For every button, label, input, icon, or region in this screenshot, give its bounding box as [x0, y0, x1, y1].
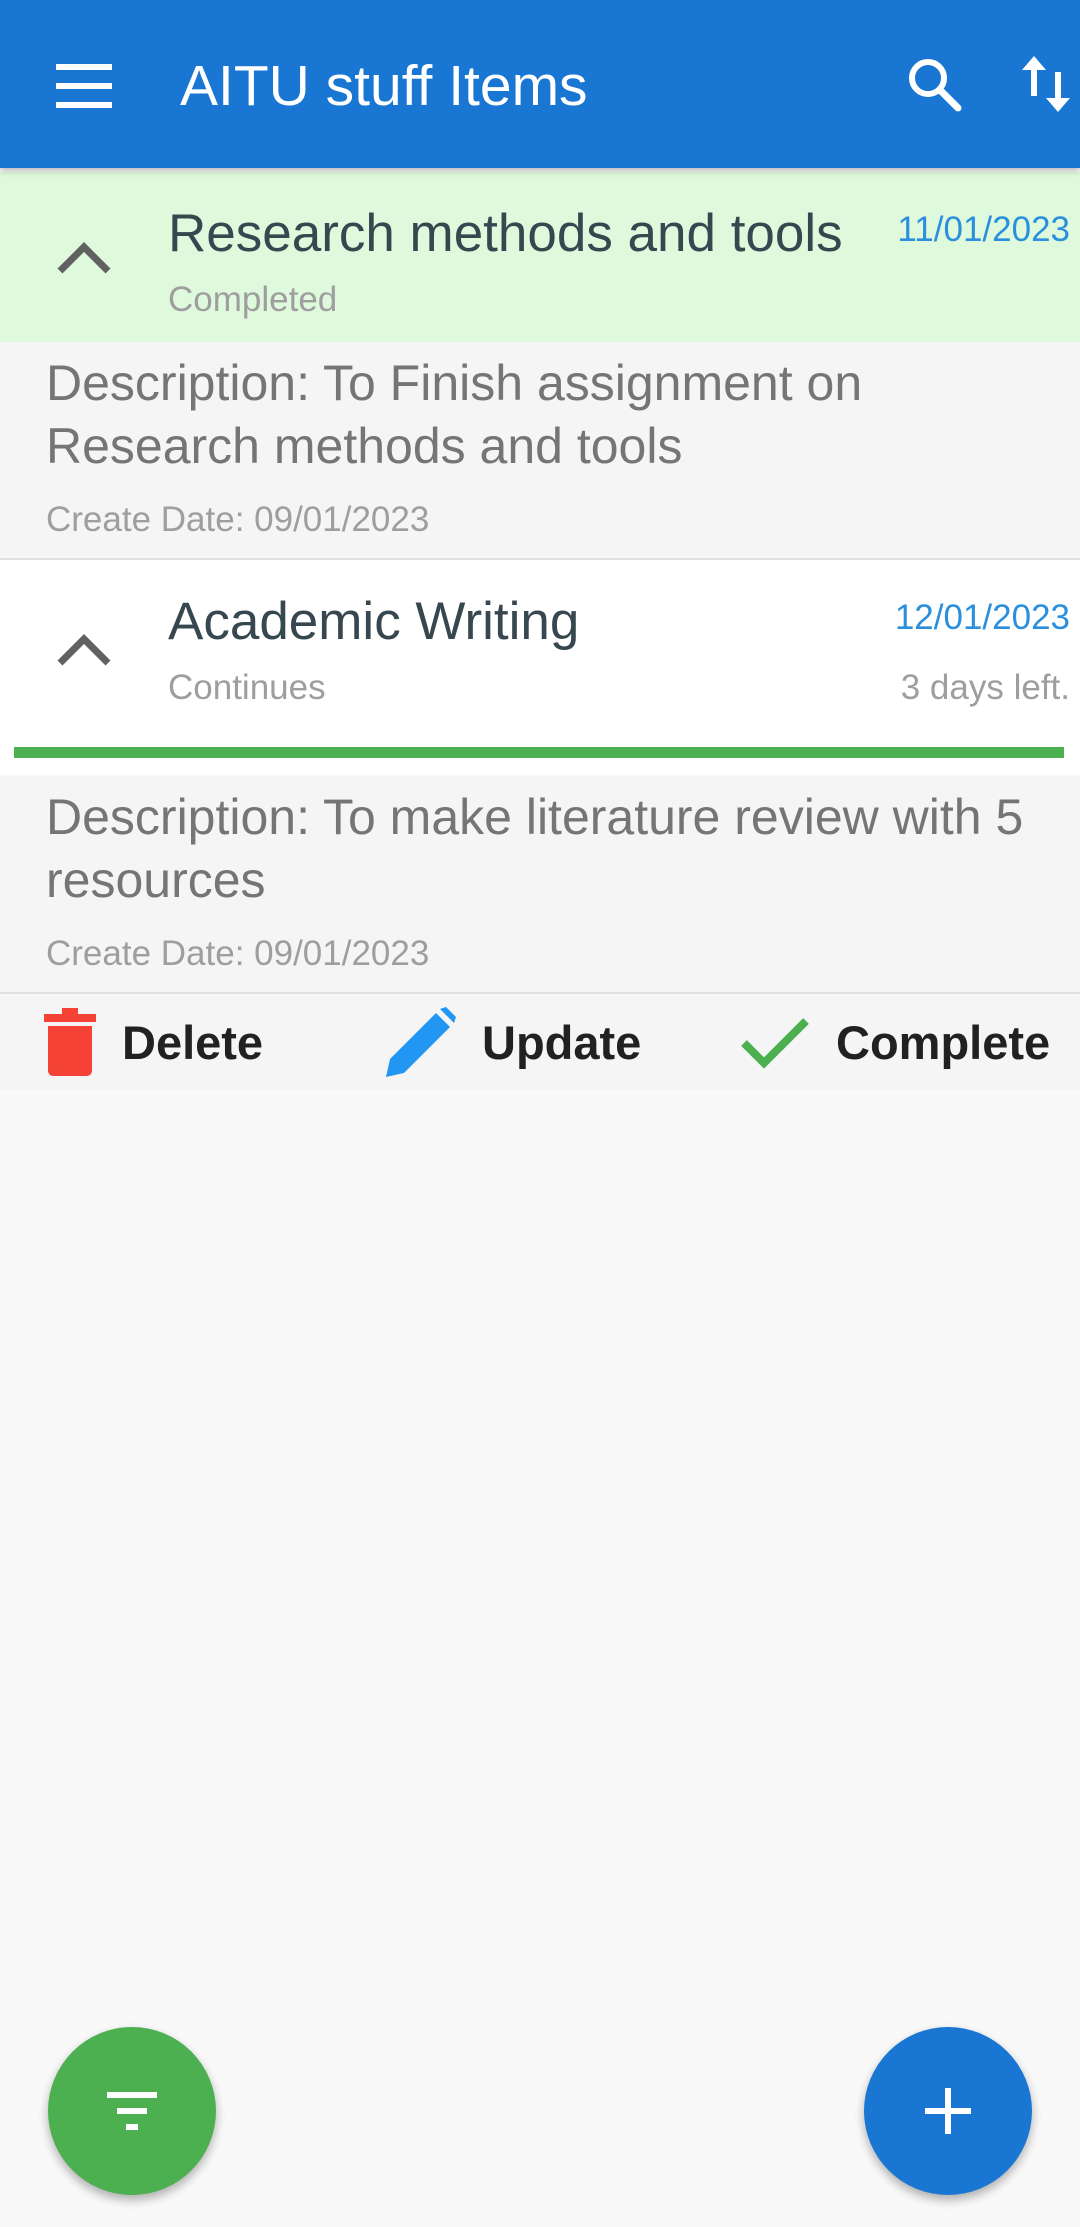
task-status: Continues: [168, 668, 326, 707]
task-create-date: Create Date: 09/01/2023: [46, 934, 430, 973]
search-button[interactable]: [892, 42, 976, 126]
update-label: Update: [482, 1015, 642, 1069]
task-details: Description: To Finish assignment on Res…: [0, 342, 1080, 560]
filter-icon: [107, 2092, 157, 2130]
task-progress-bar: [14, 747, 1064, 758]
task-actions: Delete Update Complete: [0, 994, 1080, 1090]
app-bar: AITU stuff Items: [0, 0, 1080, 168]
complete-button[interactable]: Complete: [740, 994, 1050, 1090]
delete-label: Delete: [122, 1015, 264, 1069]
pencil-icon: [386, 1007, 456, 1077]
task-row[interactable]: Research methods and tools Completed 11/…: [0, 172, 1080, 342]
task-details: Description: To make literature review w…: [0, 776, 1080, 994]
collapse-button[interactable]: [42, 608, 126, 692]
task-due-date: 12/01/2023: [894, 598, 1070, 637]
delete-button[interactable]: Delete: [44, 994, 263, 1090]
menu-icon: [56, 64, 112, 108]
task-create-date: Create Date: 09/01/2023: [46, 500, 430, 539]
add-task-button[interactable]: [864, 2027, 1032, 2195]
checkmark-icon: [741, 1018, 809, 1069]
app-title: AITU stuff Items: [180, 54, 588, 118]
chevron-up-icon: [57, 634, 111, 666]
sort-button[interactable]: [1004, 42, 1080, 126]
task-title: Academic Writing: [168, 592, 580, 651]
task-description: Description: To Finish assignment on Res…: [46, 355, 863, 474]
task-row[interactable]: Academic Writing Continues 12/01/2023 3 …: [0, 560, 1080, 775]
chevron-up-icon: [57, 242, 111, 274]
task-title: Research methods and tools: [168, 204, 843, 263]
task-description: Description: To make literature review w…: [46, 789, 1024, 908]
task-time-left: 3 days left.: [900, 668, 1070, 707]
task-status: Completed: [168, 280, 338, 319]
search-icon: [909, 59, 962, 112]
task-due-date: 11/01/2023: [897, 210, 1070, 249]
update-button[interactable]: Update: [386, 994, 641, 1090]
menu-button[interactable]: [42, 44, 126, 128]
filter-button[interactable]: [48, 2027, 216, 2195]
trash-icon: [44, 1008, 96, 1076]
plus-icon: [925, 2088, 971, 2134]
complete-label: Complete: [836, 1015, 1051, 1069]
sort-icon: [1022, 56, 1070, 112]
collapse-button[interactable]: [42, 216, 126, 300]
